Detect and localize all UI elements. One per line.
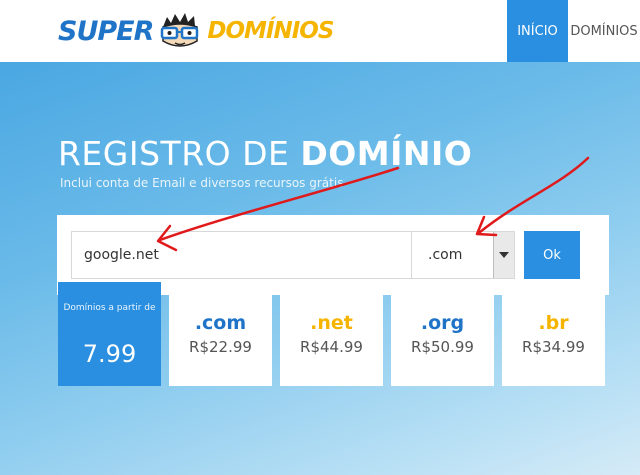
ok-button[interactable]: Ok — [524, 231, 580, 279]
tld-card-br[interactable]: .br R$34.99 — [502, 282, 605, 386]
tld-card-org[interactable]: .org R$50.99 — [391, 282, 494, 386]
tld-select[interactable]: .com — [411, 231, 515, 279]
domain-search-input[interactable] — [71, 231, 411, 279]
tld-card-price: R$34.99 — [522, 338, 585, 356]
tld-select-value: .com — [428, 247, 463, 263]
tld-card-name: .net — [310, 312, 353, 334]
tld-card-price: R$22.99 — [189, 338, 252, 356]
logo-dominios-text: DOMÍNIOS — [207, 18, 334, 44]
tld-card-name: .org — [420, 312, 465, 334]
nav-item-inicio[interactable]: INÍCIO — [507, 0, 568, 62]
tld-card-name: .br — [538, 312, 569, 334]
tld-card-price: R$50.99 — [411, 338, 474, 356]
page-title-bold: DOMÍNIO — [300, 134, 473, 173]
tld-card-com[interactable]: .com R$22.99 — [169, 282, 272, 386]
price-intro-label: Domínios a partir de — [63, 303, 156, 313]
tld-card-name: .com — [194, 312, 247, 334]
page-title-light: REGISTRO DE — [58, 134, 301, 173]
page-title: REGISTRO DE DOMÍNIO — [58, 134, 472, 173]
main-nav: INÍCIO DOMÍNIOS — [507, 0, 640, 62]
tld-card-net[interactable]: .net R$44.99 — [280, 282, 383, 386]
hero-section: REGISTRO DE DOMÍNIO Inclui conta de Emai… — [0, 62, 640, 475]
nav-item-dominios[interactable]: DOMÍNIOS — [568, 0, 640, 62]
mascot-glasses-icon — [161, 13, 199, 47]
page-subtitle: Inclui conta de Email e diversos recurso… — [60, 176, 344, 190]
logo-super-text: SUPER — [58, 15, 154, 47]
chevron-down-icon[interactable] — [493, 232, 514, 278]
site-header: SUPER DOMÍNIOS INÍCIO DOMÍNIOS — [0, 0, 640, 62]
price-intro-value: 7.99 — [82, 340, 137, 368]
price-intro-card: Domínios a partir de 7.99 — [58, 282, 161, 386]
site-logo[interactable]: SUPER DOMÍNIOS — [58, 10, 334, 52]
tld-card-price: R$44.99 — [300, 338, 363, 356]
